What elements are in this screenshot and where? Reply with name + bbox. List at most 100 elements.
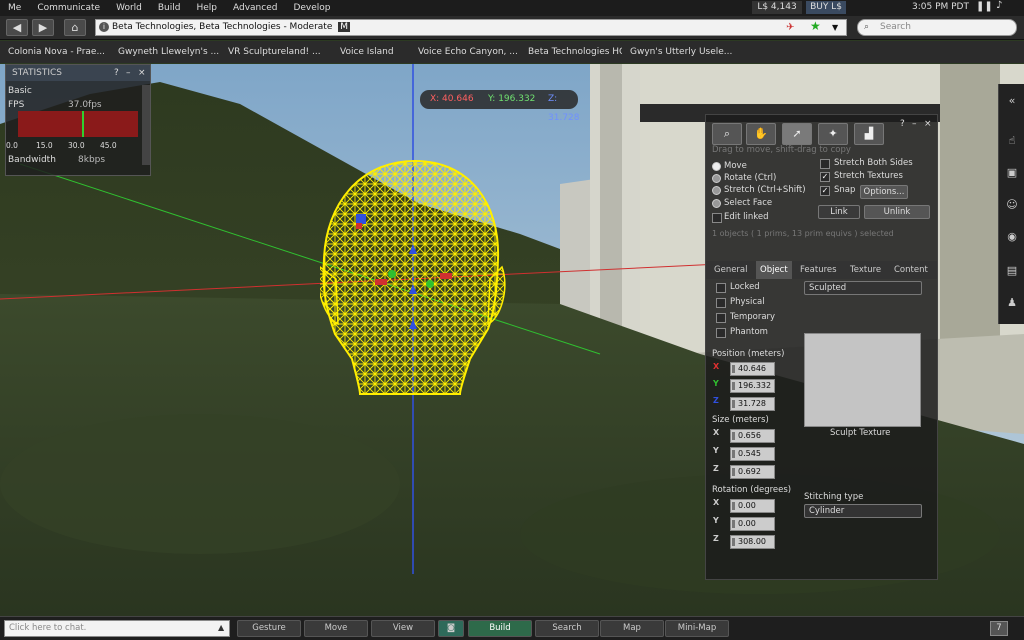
search-button[interactable]: Search — [535, 620, 599, 637]
link-button[interactable]: Link — [818, 205, 860, 219]
minimize-icon[interactable]: – — [912, 119, 917, 129]
map-button[interactable]: Map — [600, 620, 664, 637]
mode-stretch-radio[interactable] — [712, 186, 721, 195]
favorite-link[interactable]: Gwyn's Utterly Usele... — [622, 47, 734, 57]
fps-tick: 30.0 — [68, 141, 85, 150]
view-button[interactable]: View — [371, 620, 435, 637]
sculpt-texture-swatch[interactable] — [804, 333, 921, 427]
tab-texture[interactable]: Texture — [846, 261, 885, 279]
location-input[interactable]: i Beta Technologies, Beta Technologies -… — [95, 19, 847, 36]
physical-checkbox[interactable] — [716, 298, 726, 308]
inventory-icon[interactable]: ▤ — [1003, 262, 1021, 280]
snap-checkbox[interactable]: ✓ — [820, 186, 830, 196]
close-icon[interactable]: × — [138, 68, 146, 78]
collapse-sidebar-icon[interactable]: « — [1003, 92, 1021, 110]
size-z-input[interactable]: 0.692 — [730, 465, 775, 479]
tab-content[interactable]: Content — [890, 261, 932, 279]
locked-checkbox[interactable] — [716, 283, 726, 293]
position-x-input[interactable]: 40.646 — [730, 362, 775, 376]
mode-rotate-radio[interactable] — [712, 174, 721, 183]
bandwidth-label: Bandwidth — [8, 155, 56, 165]
back-button[interactable]: ◀ — [6, 19, 28, 36]
mode-select-face-label: Select Face — [724, 198, 773, 208]
unlink-button[interactable]: Unlink — [864, 205, 930, 219]
minimap-button[interactable]: Mini-Map — [665, 620, 729, 637]
favorite-link[interactable]: Colonia Nova - Prae... — [0, 47, 110, 57]
notification-badge[interactable]: 7 — [990, 621, 1008, 636]
home-button[interactable]: ⌂ — [64, 19, 86, 36]
temporary-label: Temporary — [730, 312, 776, 322]
focus-tool-button[interactable]: ⌕ — [712, 123, 742, 145]
statistics-panel: STATISTICS ? – × Basic FPS 37.0fps 0.0 1… — [5, 64, 151, 176]
options-button[interactable]: Options... — [860, 185, 908, 199]
balance-display[interactable]: L$ 4,143 — [752, 1, 802, 14]
position-y-input[interactable]: 196.332 — [730, 379, 775, 393]
help-icon[interactable]: ? — [114, 68, 119, 78]
chat-expand-icon[interactable]: ▲ — [218, 623, 224, 632]
favorite-link[interactable]: Beta Technologies HQ — [520, 47, 622, 57]
tab-object[interactable]: Object — [756, 261, 792, 279]
menu-develop[interactable]: Develop — [285, 3, 338, 13]
stitching-select[interactable]: Cylinder — [804, 504, 922, 518]
menu-build[interactable]: Build — [150, 3, 189, 13]
size-y-input[interactable]: 0.545 — [730, 447, 775, 461]
profile-icon[interactable]: ▣ — [1003, 164, 1021, 182]
favorite-link[interactable]: VR Sculptureland! ... — [220, 47, 332, 57]
edit-tool-button[interactable]: ➚ — [782, 123, 812, 145]
buy-currency-button[interactable]: BUY L$ — [806, 1, 846, 14]
temporary-checkbox[interactable] — [716, 313, 726, 323]
volume-icon[interactable]: ♪ — [996, 0, 1002, 11]
places-icon[interactable]: ◉ — [1003, 228, 1021, 246]
favorite-link[interactable]: Voice Island — [332, 47, 410, 57]
rotation-z-input[interactable]: 308.00 — [730, 535, 775, 549]
phantom-checkbox[interactable] — [716, 328, 726, 338]
fps-marker — [82, 111, 84, 137]
menu-bar: Me Communicate World Build Help Advanced… — [0, 0, 1024, 16]
move-tool-button[interactable]: ✋ — [746, 123, 776, 145]
land-tool-button[interactable]: ▟ — [854, 123, 884, 145]
edit-linked-checkbox[interactable] — [712, 213, 722, 223]
rotation-y-input[interactable]: 0.00 — [730, 517, 775, 531]
move-button[interactable]: Move — [304, 620, 368, 637]
tab-general[interactable]: General — [710, 261, 752, 279]
gesture-button[interactable]: Gesture — [237, 620, 301, 637]
position-z-input[interactable]: 31.728 — [730, 397, 775, 411]
menu-me[interactable]: Me — [0, 3, 29, 13]
chat-input[interactable]: Click here to chat. — [4, 620, 230, 637]
mode-select-face-radio[interactable] — [712, 199, 721, 208]
stretch-both-checkbox[interactable] — [820, 159, 830, 169]
menu-world[interactable]: World — [108, 3, 150, 13]
build-button[interactable]: Build — [468, 620, 532, 637]
appearance-icon[interactable]: ♟ — [1003, 294, 1021, 312]
info-icon[interactable]: i — [99, 22, 109, 32]
stretch-textures-checkbox[interactable]: ✓ — [820, 172, 830, 182]
minimize-icon[interactable]: – — [126, 68, 131, 78]
stats-scrollbar[interactable] — [142, 85, 150, 165]
rotation-z-label: Z — [713, 534, 719, 543]
home-sidebar-icon[interactable]: ☝ — [1003, 132, 1021, 150]
menu-help[interactable]: Help — [188, 3, 225, 13]
create-tool-button[interactable]: ✦ — [818, 123, 848, 145]
snapshot-button[interactable]: ◙ — [438, 620, 464, 637]
favorite-link[interactable]: Gwyneth Llewelyn's ... — [110, 47, 220, 57]
close-icon[interactable]: × — [924, 119, 932, 129]
selected-head-wireframe[interactable] — [317, 159, 510, 399]
size-x-input[interactable]: 0.656 — [730, 429, 775, 443]
people-icon[interactable]: ☺ — [1003, 196, 1021, 214]
stats-section-basic[interactable]: Basic — [8, 86, 32, 96]
favorite-link[interactable]: Voice Echo Canyon, ... — [410, 47, 520, 57]
rotation-x-input[interactable]: 0.00 — [730, 499, 775, 513]
mode-move-radio[interactable] — [712, 162, 721, 171]
help-icon[interactable]: ? — [900, 119, 905, 129]
physical-label: Physical — [730, 297, 765, 307]
location-dropdown-icon[interactable]: ▼ — [832, 20, 838, 35]
prim-type-select[interactable]: Sculpted — [804, 281, 922, 295]
menu-advanced[interactable]: Advanced — [225, 3, 285, 13]
search-input[interactable]: ⌕ Search — [857, 19, 1017, 36]
forward-button[interactable]: ▶ — [32, 19, 54, 36]
pause-icon[interactable]: ❚❚ — [976, 1, 993, 12]
menu-communicate[interactable]: Communicate — [29, 3, 108, 13]
favorite-star-icon[interactable]: ★ — [810, 19, 821, 34]
tab-features[interactable]: Features — [796, 261, 841, 279]
fps-graph — [18, 111, 138, 137]
